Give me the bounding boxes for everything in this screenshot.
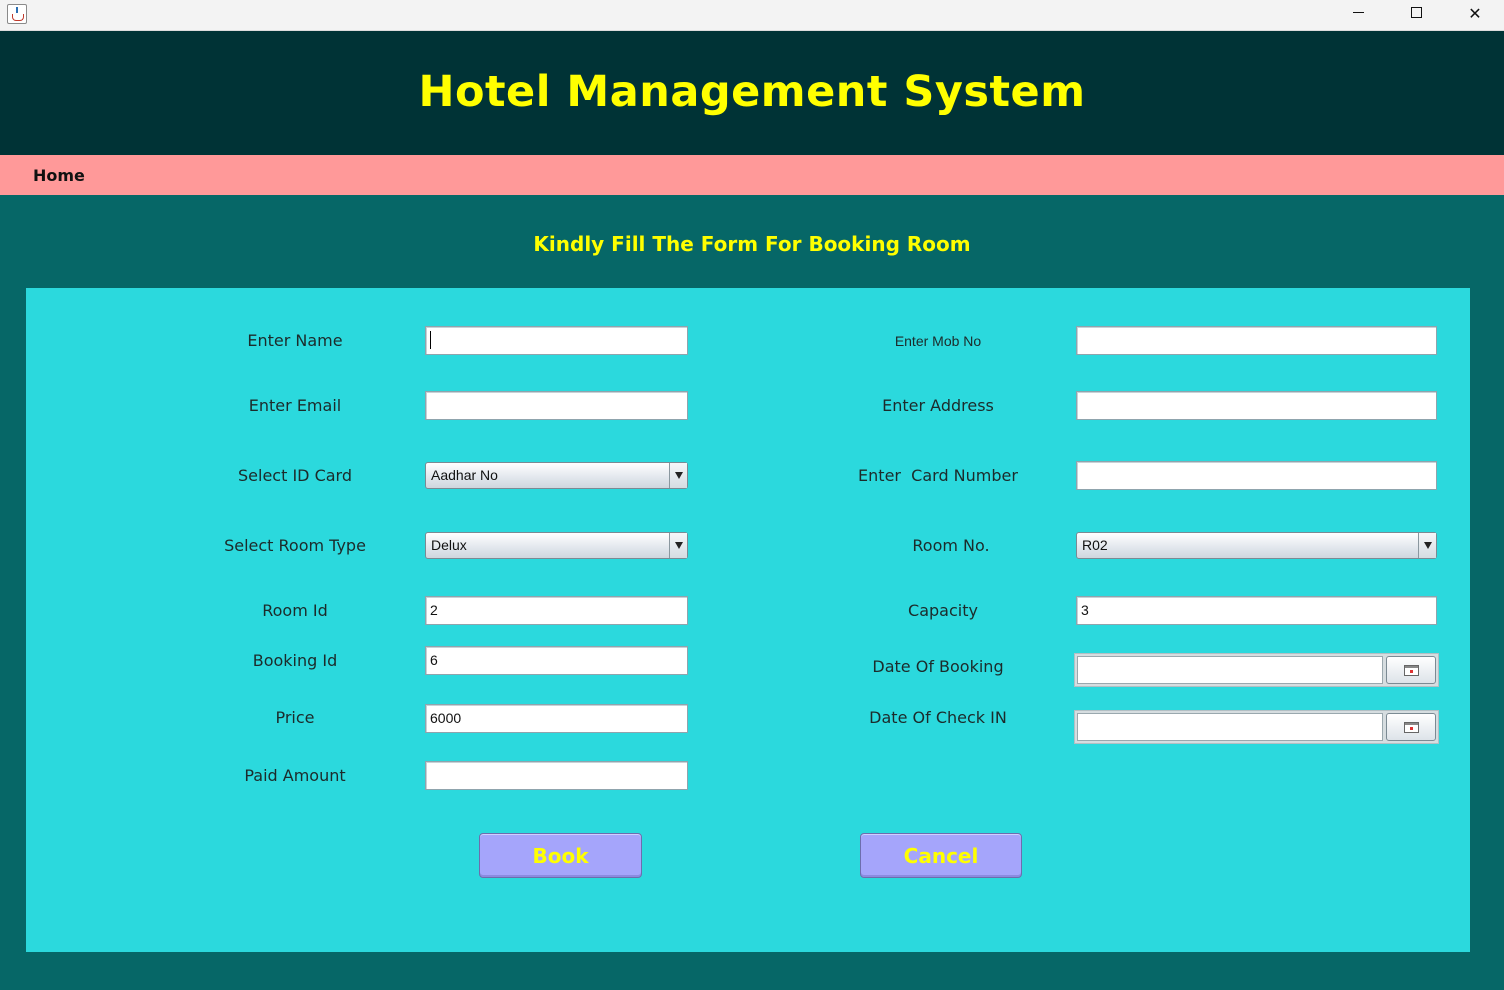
id-card-select[interactable]: Aadhar No	[425, 462, 688, 489]
name-input[interactable]	[425, 326, 688, 355]
date-of-checkin-label: Date Of Check IN	[869, 708, 1007, 727]
menu-bar: Home	[0, 155, 1504, 195]
booking-id-input[interactable]: 6	[425, 646, 688, 675]
room-id-input[interactable]: 2	[425, 596, 688, 625]
app-header: Hotel Management System	[0, 31, 1504, 155]
booking-form-panel: Enter Name Enter Email Select ID Card Se…	[26, 288, 1470, 952]
calendar-icon	[1404, 665, 1419, 676]
book-button[interactable]: Book	[479, 833, 642, 878]
window-titlebar: ✕	[0, 0, 1504, 31]
chevron-down-icon[interactable]	[669, 533, 687, 558]
menu-item-home[interactable]: Home	[33, 166, 85, 185]
room-type-label: Select Room Type	[224, 536, 366, 555]
room-no-select[interactable]: R02	[1076, 532, 1437, 559]
date-of-booking-label: Date Of Booking	[872, 657, 1004, 676]
mobile-input[interactable]	[1076, 326, 1437, 355]
date-of-checkin-calendar-button[interactable]	[1386, 713, 1436, 741]
close-button[interactable]: ✕	[1446, 0, 1504, 31]
app-title: Hotel Management System	[418, 67, 1086, 117]
calendar-icon	[1404, 722, 1419, 733]
email-label: Enter Email	[248, 396, 342, 415]
mobile-label: Enter Mob No	[894, 333, 982, 349]
maximize-button[interactable]	[1387, 0, 1445, 31]
price-label: Price	[275, 708, 315, 727]
id-card-label: Select ID Card	[238, 466, 352, 485]
form-heading: Kindly Fill The Form For Booking Room	[533, 232, 971, 256]
date-of-booking-picker	[1074, 653, 1439, 687]
id-card-select-value: Aadhar No	[431, 467, 498, 483]
date-of-booking-calendar-button[interactable]	[1386, 656, 1436, 684]
date-of-checkin-picker	[1074, 710, 1439, 744]
price-input[interactable]: 6000	[425, 704, 688, 733]
card-number-label: Enter Card Number	[858, 466, 1018, 485]
text-caret	[430, 331, 431, 350]
java-cup-icon	[7, 4, 27, 24]
address-input[interactable]	[1076, 391, 1437, 420]
maximize-icon	[1410, 7, 1422, 18]
date-of-booking-input[interactable]	[1077, 656, 1383, 684]
room-no-select-value: R02	[1082, 537, 1108, 553]
room-no-label: Room No.	[912, 536, 990, 555]
room-type-select-value: Delux	[431, 537, 467, 553]
chevron-down-icon[interactable]	[669, 463, 687, 488]
close-icon: ✕	[1468, 4, 1482, 23]
card-number-input[interactable]	[1076, 461, 1437, 490]
minimize-icon	[1352, 12, 1364, 13]
email-input[interactable]	[425, 391, 688, 420]
booking-id-label: Booking Id	[252, 651, 338, 670]
cancel-button[interactable]: Cancel	[860, 833, 1022, 878]
minimize-button[interactable]	[1329, 0, 1387, 31]
paid-amount-label: Paid Amount	[244, 766, 346, 785]
capacity-label: Capacity	[908, 601, 978, 620]
paid-amount-input[interactable]	[425, 761, 688, 790]
room-type-select[interactable]: Delux	[425, 532, 688, 559]
name-label: Enter Name	[247, 331, 343, 350]
room-id-label: Room Id	[262, 601, 328, 620]
address-label: Enter Address	[882, 396, 994, 415]
chevron-down-icon[interactable]	[1418, 533, 1436, 558]
capacity-input[interactable]: 3	[1076, 596, 1437, 625]
date-of-checkin-input[interactable]	[1077, 713, 1383, 741]
